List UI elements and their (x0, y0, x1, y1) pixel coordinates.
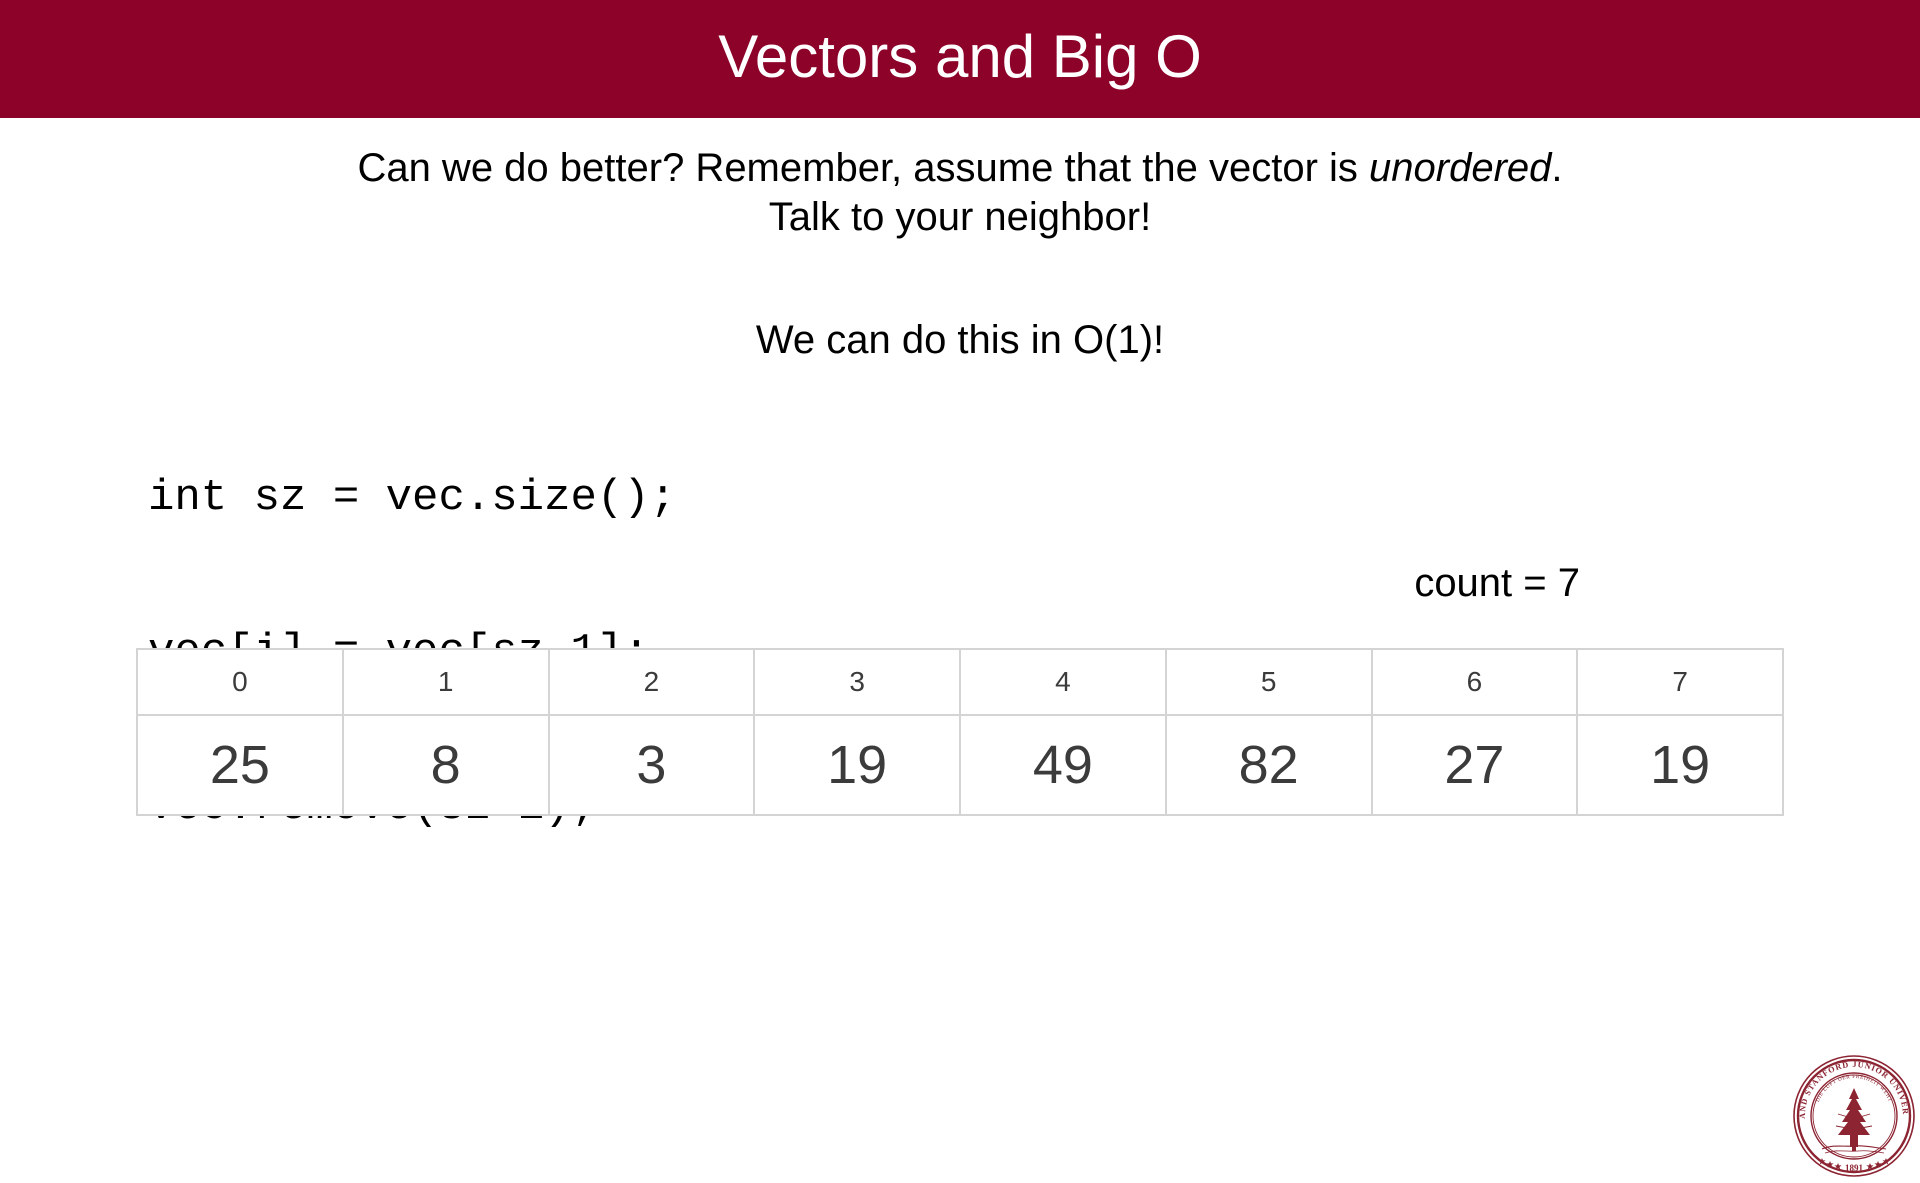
intro-line-2: Talk to your neighbor! (768, 194, 1152, 239)
vector-value-row: 25 8 3 19 49 82 27 19 (136, 714, 1784, 816)
intro-paragraph: Can we do better? Remember, assume that … (150, 144, 1770, 242)
vector-value-cell: 19 (753, 714, 961, 816)
intro-line-1-prefix: Can we do better? Remember, assume that … (357, 146, 1370, 190)
big-o-statement: We can do this in O(1)! (755, 318, 1165, 362)
seal-tree-icon (1838, 1088, 1870, 1151)
stanford-seal-icon: LELAND STANFORD JUNIOR UNIVERSITY DIE LU… (1789, 1047, 1915, 1177)
vector-index-cell-faded: 7 (1576, 648, 1784, 716)
intro-line-1-suffix: . (1551, 146, 1563, 190)
vector-table: 0 1 2 3 4 5 6 7 25 8 3 19 49 82 27 19 (136, 648, 1784, 816)
stanford-seal-logo: LELAND STANFORD JUNIOR UNIVERSITY DIE LU… (1789, 1047, 1916, 1178)
slide-content: Can we do better? Remember, assume that … (0, 118, 1920, 1177)
slide-title-bar: Vectors and Big O (0, 0, 1920, 118)
intro-line-1: Can we do better? Remember, assume that … (150, 144, 1770, 193)
vector-index-row: 0 1 2 3 4 5 6 7 (136, 648, 1784, 716)
vector-value-cell: 3 (547, 714, 756, 816)
count-label: count = 7 (1414, 561, 1580, 605)
vector-value-cell: 82 (1164, 714, 1373, 816)
vector-index-cell: 5 (1164, 648, 1373, 716)
vector-index-cell: 6 (1370, 648, 1579, 716)
vector-value-cell-faded: 19 (1576, 714, 1784, 816)
vector-value-cell: 27 (1370, 714, 1579, 816)
code-line-1: int sz = vec.size(); (148, 472, 677, 523)
vector-index-cell: 4 (959, 648, 1167, 716)
seal-year: 1891 (1845, 1163, 1864, 1173)
vector-index-cell: 1 (341, 648, 550, 716)
vector-value-cell: 49 (959, 714, 1167, 816)
page-title: Vectors and Big O (718, 23, 1202, 90)
vector-index-cell: 3 (753, 648, 961, 716)
vector-table-container: 0 1 2 3 4 5 6 7 25 8 3 19 49 82 27 19 (136, 648, 1784, 816)
vector-index-cell: 0 (136, 648, 344, 716)
vector-index-cell: 2 (547, 648, 756, 716)
intro-emphasis-unordered: unordered (1369, 146, 1552, 190)
vector-value-cell: 8 (341, 714, 550, 816)
vector-value-cell: 25 (136, 714, 344, 816)
